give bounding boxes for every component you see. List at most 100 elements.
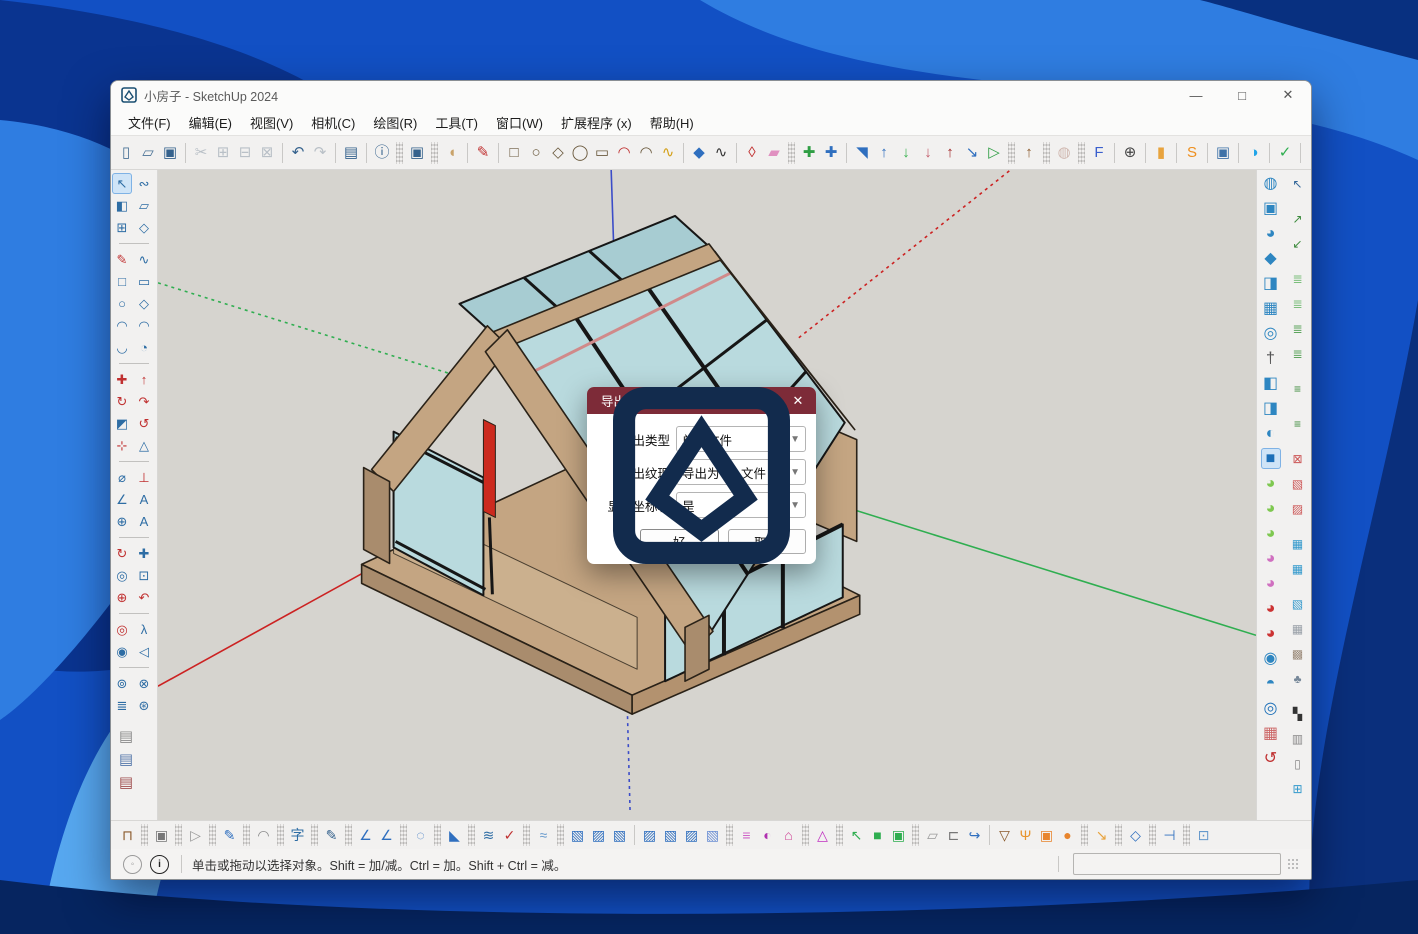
house-pink-icon[interactable]: ⌂ [778,825,799,846]
grid-corner-icon[interactable]: ▧ [1288,593,1308,614]
profile-4-icon[interactable]: ≣ [1288,343,1308,364]
poly-tool-icon[interactable]: ◆ [1261,248,1281,269]
fold-arrow-icon[interactable]: ▷ [185,825,206,846]
sword-tool-icon[interactable]: † [1261,348,1281,369]
ellipse-icon[interactable]: ◯ [569,142,591,164]
surface-arc-icon[interactable]: ◠ [253,825,274,846]
menu-edit[interactable]: 编辑(E) [180,110,241,135]
tree-icon-icon[interactable]: ♣ [1288,668,1308,689]
triangle-blue-icon[interactable]: ◣ [444,825,465,846]
shield-clock-icon[interactable]: ◍ [1261,173,1281,194]
delete-icon[interactable]: ⊠ [256,142,278,164]
quad-panel-icon[interactable]: ◧ [1261,373,1281,394]
half-sphere-icon[interactable]: ◓ [1261,673,1281,694]
frame-tool-icon[interactable]: ⊓ [117,825,138,846]
zoom-icon[interactable]: ◎ [112,565,132,586]
pan-icon[interactable]: ✚ [134,543,154,564]
funnel-icon[interactable]: ▽ [994,825,1015,846]
checker-icon[interactable]: ▚ [1288,703,1308,724]
dome-tool-icon[interactable]: ◕ [1261,223,1281,244]
green-box-icon[interactable]: ■ [867,825,888,846]
cursor-circle-icon[interactable]: ◉ [1261,648,1281,669]
profile-2-icon[interactable]: ≣ [1288,293,1308,314]
resize-grip[interactable] [1287,858,1299,870]
arc-icon[interactable]: ◠ [613,142,635,164]
check-point-icon[interactable]: ✓ [499,825,520,846]
protractor-icon[interactable]: ∠ [112,489,132,510]
zoom-extents-icon[interactable]: ⊕ [112,587,132,608]
layers-tool-icon[interactable]: ≣ [112,695,132,716]
menu-help[interactable]: 帮助(H) [641,110,703,135]
scale-diagonal-icon[interactable]: ↘ [961,142,983,164]
measurement-input[interactable] [1073,853,1281,875]
rectangle-icon[interactable]: □ [503,142,525,164]
mirror-disc-icon[interactable]: ◐ [757,825,778,846]
slash-2-icon[interactable]: ▧ [660,825,681,846]
eraser-edge-icon[interactable]: ◊ [741,142,763,164]
3d-text-icon[interactable]: A [134,511,154,532]
circle-points-icon[interactable]: ◌ [410,825,431,846]
info-icon[interactable]: i [150,855,169,874]
bracket-icon[interactable]: ⊏ [943,825,964,846]
arc-icon[interactable]: ◠ [112,315,132,336]
position-camera-icon[interactable]: ◎ [112,619,132,640]
org-tree-icon[interactable]: Ψ [1015,825,1036,846]
select-icon[interactable]: ↖ [112,173,132,194]
fredo-tool-icon[interactable]: F [1088,142,1110,164]
slash-1-icon[interactable]: ▨ [639,825,660,846]
print-icon[interactable]: ▤ [340,142,362,164]
two-point-arc-icon[interactable]: ◠ [134,315,154,336]
tape-measure-icon[interactable]: ⌀ [112,467,132,488]
arrow-up-blue-icon[interactable]: ↑ [873,142,895,164]
edge-box-icon[interactable]: ⊡ [1193,825,1214,846]
arrow-down-green-icon[interactable]: ↓ [895,142,917,164]
freehand-icon[interactable]: ∿ [657,142,679,164]
rotated-rectangle-icon[interactable]: ▭ [591,142,613,164]
sphere-pink-2-icon[interactable]: ◕ [1261,573,1281,594]
undo-icon[interactable]: ↶ [287,142,309,164]
sphere-pink-1-icon[interactable]: ◕ [1261,548,1281,569]
select-face-icon[interactable]: ◖ [441,142,463,164]
rotate-icon[interactable]: ↻ [112,391,132,412]
x-grid-icon[interactable]: ▧ [1288,473,1308,494]
broom-icon[interactable]: ≋ [478,825,499,846]
eraser-icon[interactable]: ▰ [763,142,785,164]
cursor-small-icon[interactable]: ↖ [1288,173,1308,194]
spiral-panel-icon[interactable]: ◎ [1261,323,1281,344]
wall-tool-3-icon[interactable]: ▤ [116,772,136,793]
polygon-icon[interactable]: ◇ [134,293,154,314]
sphere-red-1-icon[interactable]: ◕ [1261,598,1281,619]
new-file-icon[interactable]: ▯ [115,142,137,164]
axes-tool-icon[interactable]: ⊕ [112,511,132,532]
move-icon[interactable]: ✚ [798,142,820,164]
s-extension-icon[interactable]: S [1181,142,1203,164]
freehand-icon[interactable]: ∿ [134,249,154,270]
blue-panel-icon[interactable]: ◨ [1261,398,1281,419]
save-icon[interactable]: ▣ [159,142,181,164]
slash-4-icon[interactable]: ▧ [702,825,723,846]
axes-icon[interactable]: ⊹ [112,435,132,456]
cube-tool-icon[interactable]: ▣ [1261,198,1281,219]
molecule-tool-icon[interactable]: ⊙ [1305,142,1311,164]
layers-pink-icon[interactable]: ≡ [736,825,757,846]
wall-tool-2-icon[interactable]: ▤ [116,749,136,770]
push-pull-icon[interactable]: ↑ [134,369,154,390]
redo-icon[interactable]: ↷ [309,142,331,164]
close-button[interactable]: ✕ [1265,81,1311,109]
orbit-extension-icon[interactable]: ◑ [1243,142,1265,164]
sphere-green-2-icon[interactable]: ◕ [1261,498,1281,519]
paint-bucket-icon[interactable]: ◧ [112,195,132,216]
field-of-view-icon[interactable]: ◁ [134,641,154,662]
push-pull-icon[interactable]: ◥ [851,142,873,164]
soften-edges-icon[interactable]: ◍ [1053,142,1075,164]
sphere-red-2-icon[interactable]: ◕ [1261,623,1281,644]
tag-icon[interactable]: ◇ [134,217,154,238]
swoosh-cursor-icon[interactable]: ↪ [964,825,985,846]
arrow-down-red-icon[interactable]: ↓ [917,142,939,164]
clamp-icon[interactable]: ⊣ [1159,825,1180,846]
cut-icon[interactable]: ✂ [190,142,212,164]
angle-tool-2-icon[interactable]: ∠ [376,825,397,846]
puzzle-cross-icon[interactable]: ⊞ [1288,778,1308,799]
mesh-red-icon[interactable]: ▦ [1261,723,1281,744]
text-icon[interactable]: A [134,489,154,510]
